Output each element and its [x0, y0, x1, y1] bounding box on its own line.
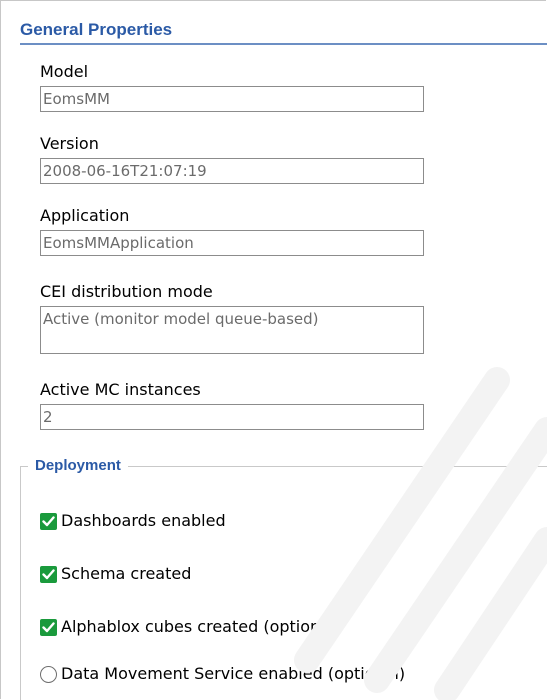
model-label: Model	[40, 62, 89, 81]
alphablox-cubes-option[interactable]: Alphablox cubes created (optional)	[40, 617, 341, 637]
alphablox-cubes-label: Alphablox cubes created (optional)	[61, 617, 341, 636]
dashboards-enabled-label: Dashboards enabled	[61, 511, 226, 530]
active-mc-value[interactable]: 2	[40, 404, 424, 430]
application-label: Application	[40, 206, 130, 225]
active-mc-field: Active MC instances 2	[40, 380, 440, 430]
radio-empty-icon[interactable]	[40, 665, 57, 683]
data-movement-option[interactable]: Data Movement Service enabled (optional)	[40, 664, 405, 684]
application-field: Application EomsMMApplication	[40, 206, 440, 256]
cei-mode-field: CEI distribution mode Active (monitor mo…	[40, 282, 440, 354]
model-value[interactable]: EomsMM	[40, 86, 424, 112]
checkmark-icon[interactable]	[40, 512, 57, 530]
schema-created-option[interactable]: Schema created	[40, 564, 191, 584]
version-value[interactable]: 2008-06-16T21:07:19	[40, 158, 424, 184]
model-field: Model EomsMM	[40, 62, 440, 112]
application-value[interactable]: EomsMMApplication	[40, 230, 424, 256]
checkmark-icon[interactable]	[40, 618, 57, 636]
data-movement-label: Data Movement Service enabled (optional)	[61, 664, 406, 683]
dashboards-enabled-option[interactable]: Dashboards enabled	[40, 511, 226, 531]
cei-mode-value[interactable]: Active (monitor model queue-based)	[40, 306, 424, 354]
checkmark-icon[interactable]	[40, 565, 57, 583]
version-label: Version	[40, 134, 99, 153]
section-title: General Properties	[20, 19, 547, 45]
version-field: Version 2008-06-16T21:07:19	[40, 134, 440, 184]
schema-created-label: Schema created	[61, 564, 192, 583]
deployment-legend: Deployment	[28, 457, 128, 475]
cei-mode-label: CEI distribution mode	[40, 282, 213, 301]
active-mc-label: Active MC instances	[40, 380, 201, 399]
